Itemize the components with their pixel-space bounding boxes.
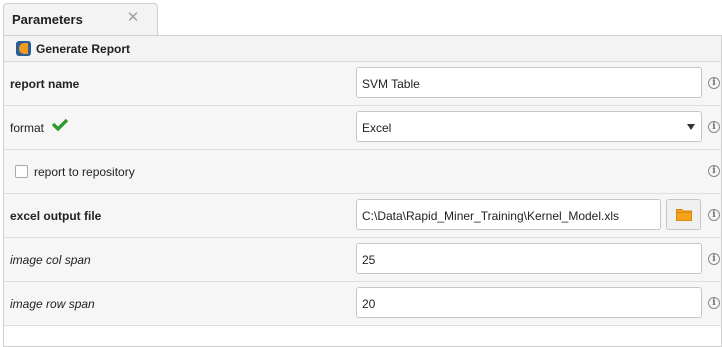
dropdown-arrow-icon — [687, 124, 695, 130]
operator-title: Generate Report — [36, 42, 131, 56]
tab-parameters[interactable]: Parameters ✕ — [3, 3, 158, 36]
param-row-image-row-span: image row span 20 i — [4, 282, 721, 326]
image-row-span-input[interactable]: 20 — [356, 287, 702, 318]
report-operator-icon — [16, 41, 31, 56]
report-name-label: report name — [10, 77, 80, 91]
tab-title: Parameters — [12, 12, 83, 27]
folder-icon — [676, 209, 692, 221]
tab-strip: Parameters ✕ — [0, 0, 722, 36]
info-icon[interactable]: i — [708, 121, 720, 133]
param-row-image-col-span: image col span 25 i — [4, 238, 721, 282]
info-icon[interactable]: i — [708, 297, 720, 309]
parameters-window: Parameters ✕ Generate Report report name… — [0, 0, 722, 347]
browse-file-button[interactable] — [666, 199, 701, 230]
param-row-excel-output-file: excel output file C:\Data\Rapid_Miner_Tr… — [4, 194, 721, 238]
parameter-list: report name SVM Table i format Excel i r… — [4, 61, 721, 346]
image-row-span-label: image row span — [10, 297, 95, 311]
format-select[interactable]: Excel — [356, 111, 702, 142]
image-col-span-label: image col span — [10, 253, 91, 267]
report-to-repository-checkbox[interactable] — [15, 165, 28, 178]
green-check-icon — [52, 118, 68, 132]
report-to-repository-label: report to repository — [34, 165, 135, 179]
info-icon[interactable]: i — [708, 253, 720, 265]
close-icon[interactable]: ✕ — [124, 9, 142, 27]
param-row-format: format Excel i — [4, 106, 721, 150]
operator-header: Generate Report — [4, 36, 721, 61]
excel-output-file-label: excel output file — [10, 209, 102, 223]
excel-output-file-input[interactable]: C:\Data\Rapid_Miner_Training\Kernel_Mode… — [356, 199, 661, 230]
format-label: format — [10, 121, 45, 135]
info-icon[interactable]: i — [708, 209, 720, 221]
parameters-panel: Generate Report report name SVM Table i … — [3, 35, 722, 347]
report-name-input[interactable]: SVM Table — [356, 67, 702, 98]
info-icon[interactable]: i — [708, 77, 720, 89]
format-selected-value: Excel — [362, 121, 392, 135]
info-icon[interactable]: i — [708, 165, 720, 177]
param-row-report-name: report name SVM Table i — [4, 62, 721, 106]
param-row-report-to-repository: report to repository i — [4, 150, 721, 194]
image-col-span-input[interactable]: 25 — [356, 243, 702, 274]
